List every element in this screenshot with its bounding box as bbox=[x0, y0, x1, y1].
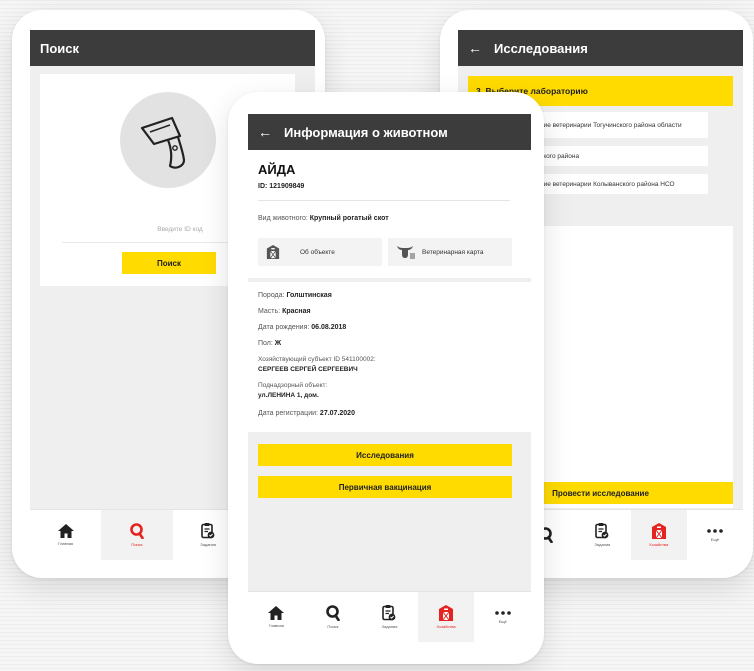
tab-tasks[interactable]: Задания bbox=[574, 510, 630, 560]
tab-label: Главная bbox=[268, 623, 284, 628]
animal-name: АЙДА bbox=[258, 162, 296, 177]
tab-tasks[interactable]: Задания bbox=[361, 592, 418, 642]
field-label: Дата рождения: bbox=[258, 324, 310, 331]
tab-label: Задания bbox=[594, 542, 611, 547]
field-label: Пол: bbox=[258, 340, 273, 347]
animal-tab-bar: Главная Поиск Задания Хозяйства Ещё bbox=[248, 591, 531, 642]
field-value: 27.07.2020 bbox=[319, 410, 355, 417]
tab-label: Хозяйства bbox=[436, 624, 456, 629]
field-value: 06.08.2018 bbox=[311, 324, 347, 331]
animal-id: ID: 121909849 bbox=[258, 183, 305, 190]
tab-search[interactable]: Поиск bbox=[305, 592, 362, 642]
phone-animal-info: ← Информация о животном АЙДА ID: 1219098… bbox=[228, 92, 544, 664]
tab-label: Ещё bbox=[710, 537, 719, 542]
barn-icon bbox=[266, 245, 280, 259]
search-button[interactable]: Поиск bbox=[122, 252, 216, 274]
barn-icon bbox=[439, 605, 454, 621]
animal-type: Вид животного: Крупный рогатый скот bbox=[258, 215, 389, 222]
barcode-scanner-icon bbox=[140, 116, 186, 169]
vet-card-label: Ветеринарная карта bbox=[422, 248, 484, 256]
owner-label: Хозяйствующий субъект ID 541100002: bbox=[258, 356, 376, 363]
tab-home[interactable]: Главная bbox=[248, 592, 305, 642]
screen-title: Исследования bbox=[494, 40, 588, 56]
tab-label: Поиск bbox=[131, 542, 143, 547]
field-value: Ж bbox=[274, 340, 282, 347]
animal-info-card: АЙДА ID: 121909849 Вид животного: Крупны… bbox=[248, 150, 531, 278]
vet-card-button[interactable]: Ветеринарная карта bbox=[388, 238, 512, 266]
bull-icon bbox=[397, 246, 415, 259]
field-value: Голштинская bbox=[286, 292, 332, 299]
tab-label: Хозяйства bbox=[649, 542, 669, 547]
tab-more[interactable]: Ещё bbox=[474, 592, 531, 642]
object-label: Поднадзорный объект: bbox=[258, 382, 328, 389]
animal-type-value: Крупный рогатый скот bbox=[309, 215, 389, 222]
about-object-label: Об объекте bbox=[300, 248, 335, 256]
home-icon bbox=[57, 524, 74, 538]
search-app-bar: Поиск bbox=[30, 30, 315, 66]
tab-label: Задания bbox=[200, 542, 217, 547]
search-icon bbox=[130, 523, 144, 539]
search-icon bbox=[326, 605, 340, 621]
tasks-icon bbox=[382, 605, 396, 621]
field-breed: Порода: Голштинская bbox=[258, 292, 332, 299]
field-registration-date: Дата регистрации: 27.07.2020 bbox=[258, 410, 355, 417]
animal-app-bar: ← Информация о животном bbox=[248, 114, 531, 150]
tab-label: Поиск bbox=[327, 624, 339, 629]
field-label: Масть: bbox=[258, 308, 281, 315]
tab-search[interactable]: Поиск bbox=[101, 510, 173, 560]
field-value: Красная bbox=[282, 308, 311, 315]
back-arrow-icon[interactable]: ← bbox=[258, 124, 272, 140]
scanner-circle bbox=[120, 92, 216, 188]
animal-details-card: Порода: Голштинская Масть: Красная Дата … bbox=[248, 282, 531, 432]
vaccination-button[interactable]: Первичная вакцинация bbox=[258, 476, 512, 498]
screen-title: Поиск bbox=[40, 40, 80, 56]
barn-icon bbox=[651, 523, 666, 539]
divider bbox=[258, 200, 510, 201]
field-label: Порода: bbox=[258, 292, 285, 299]
screen-title: Информация о животном bbox=[284, 124, 448, 140]
tasks-icon bbox=[201, 523, 215, 539]
animal-screen: ← Информация о животном АЙДА ID: 1219098… bbox=[248, 114, 531, 642]
animal-type-label: Вид животного: bbox=[258, 215, 308, 222]
tab-label: Главная bbox=[58, 541, 74, 546]
field-label: Дата регистрации: bbox=[258, 410, 318, 417]
tab-home[interactable]: Главная bbox=[30, 510, 101, 560]
research-app-bar: ← Исследования bbox=[458, 30, 743, 66]
tab-label: Ещё bbox=[498, 619, 507, 624]
more-icon bbox=[494, 611, 511, 615]
tasks-icon bbox=[595, 523, 609, 539]
field-birth-date: Дата рождения: 06.08.2018 bbox=[258, 324, 346, 331]
tab-label: Задания bbox=[381, 624, 398, 629]
more-icon bbox=[707, 529, 723, 533]
owner-value: СЕРГЕЕВ СЕРГЕЙ СЕРГЕЕВИЧ bbox=[258, 366, 358, 373]
field-color: Масть: Красная bbox=[258, 308, 311, 315]
tab-more[interactable]: Ещё bbox=[687, 510, 743, 560]
back-arrow-icon[interactable]: ← bbox=[468, 40, 482, 56]
tab-farms[interactable]: Хозяйства bbox=[417, 592, 475, 642]
field-sex: Пол: Ж bbox=[258, 340, 281, 347]
about-object-button[interactable]: Об объекте bbox=[258, 238, 382, 266]
home-icon bbox=[268, 606, 285, 620]
object-value: ул.ЛЕНИНА 1, дом. bbox=[258, 392, 319, 399]
tab-farms[interactable]: Хозяйства bbox=[630, 510, 687, 560]
research-button[interactable]: Исследования bbox=[258, 444, 512, 466]
